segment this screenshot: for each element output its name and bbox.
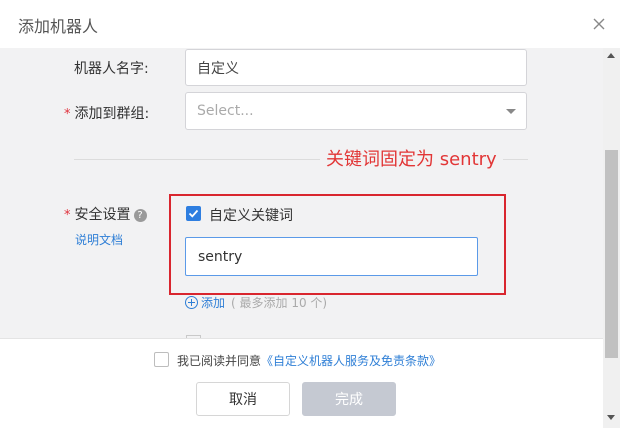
add-keyword-link[interactable]: 添加 [201, 294, 225, 311]
dialog-title: 添加机器人 [18, 17, 99, 36]
dialog-header: 添加机器人 [0, 0, 620, 48]
robot-name-input[interactable]: 自定义 [185, 49, 527, 86]
robot-name-value: 自定义 [197, 60, 239, 77]
keyword-input[interactable]: sentry [185, 237, 478, 276]
check-icon [188, 209, 199, 218]
add-keyword-row: 添加 ( 最多添加 10 个) [185, 294, 327, 311]
scroll-thumb[interactable] [605, 150, 618, 358]
plus-circle-icon[interactable] [185, 296, 198, 309]
required-mark: * [64, 208, 71, 223]
chevron-down-icon [506, 109, 516, 114]
help-icon[interactable]: ? [133, 209, 147, 222]
dialog-footer: 我已阅读并同意《自定义机器人服务及免责条款》 取消 完成 [0, 338, 603, 428]
scroll-up-arrow-icon[interactable] [607, 53, 615, 58]
form-body: 机器人名字: 自定义 * 添加到群组: Select... 关键词固定为 sent… [0, 48, 603, 338]
group-label: 添加到群组: [74, 106, 150, 122]
group-label-row: * 添加到群组: [64, 103, 149, 123]
close-icon[interactable] [591, 16, 607, 32]
keyword-checkbox[interactable] [186, 206, 201, 221]
agree-checkbox[interactable] [154, 352, 169, 367]
cancel-button[interactable]: 取消 [196, 382, 290, 416]
annotation-text: 关键词固定为 sentry [320, 145, 503, 171]
security-label: 安全设置 [74, 207, 131, 223]
scrollbar[interactable] [603, 48, 620, 428]
agree-prefix: 我已阅读并同意 [177, 354, 262, 368]
required-mark: * [64, 107, 71, 122]
done-button[interactable]: 完成 [302, 382, 396, 416]
add-keyword-hint: ( 最多添加 10 个) [231, 296, 328, 310]
terms-link[interactable]: 《自定义机器人服务及免责条款》 [261, 354, 441, 368]
doc-link[interactable]: 说明文档 [75, 231, 123, 248]
robot-name-label: 机器人名字: [74, 61, 149, 77]
group-select-placeholder: Select... [197, 103, 254, 119]
group-select[interactable]: Select... [185, 92, 527, 130]
keyword-value: sentry [198, 248, 243, 265]
agree-text: 我已阅读并同意《自定义机器人服务及免责条款》 [177, 352, 441, 369]
add-robot-dialog: 添加机器人 机器人名字: 自定义 * 添加到群组: Select... 关键词固定… [0, 0, 620, 428]
scroll-down-arrow-icon[interactable] [607, 415, 615, 420]
keyword-option-label: 自定义关键词 [209, 208, 293, 224]
security-label-row: * 安全设置? [64, 204, 147, 224]
